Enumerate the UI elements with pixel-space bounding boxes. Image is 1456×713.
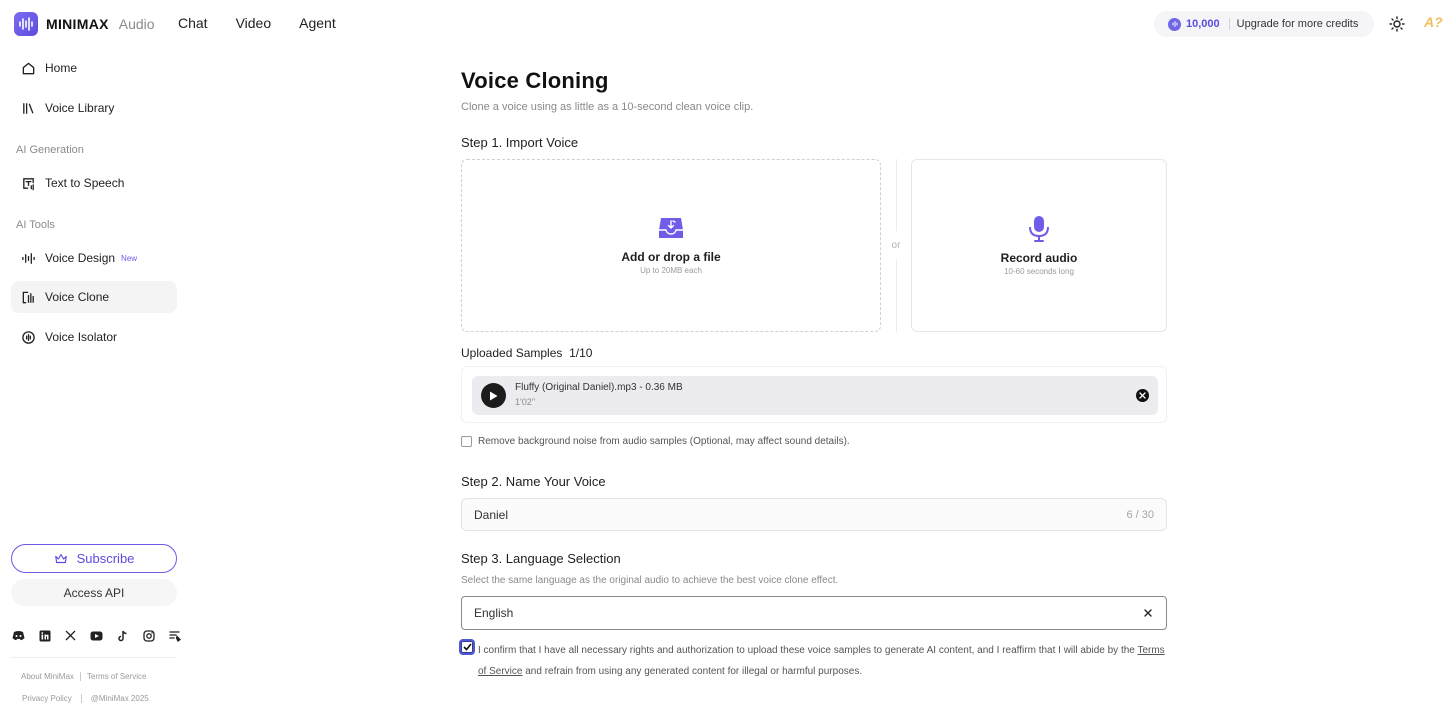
theme-toggle-sun-icon[interactable]	[1389, 16, 1405, 32]
sample-item: Fluffy (Original Daniel).mp3 - 0.36 MB 1…	[472, 376, 1158, 415]
waveform-icon	[22, 252, 35, 264]
home-icon	[22, 62, 35, 74]
crown-icon	[54, 553, 67, 563]
language-hint: Select the same language as the original…	[461, 575, 839, 586]
sidebar-item-voice-design[interactable]: Voice Design New	[11, 242, 177, 274]
nav-video[interactable]: Video	[236, 15, 272, 31]
blog-icon[interactable]	[168, 629, 181, 642]
sidebar-item-voice-library[interactable]: Voice Library	[11, 92, 177, 124]
remove-sample-button[interactable]	[1136, 389, 1149, 402]
top-nav: Chat Video Agent	[178, 15, 336, 31]
noise-removal-label: Remove background noise from audio sampl…	[478, 436, 850, 447]
sample-duration: 1'02''	[515, 397, 536, 407]
confirm-text-before: I confirm that I have all necessary righ…	[478, 645, 1138, 656]
library-icon	[23, 102, 34, 114]
main-content: Voice Cloning Clone a voice using as lit…	[459, 0, 1168, 713]
close-icon	[1139, 392, 1146, 399]
linkedin-icon[interactable]	[38, 629, 51, 642]
new-badge: New	[121, 253, 138, 263]
clear-language-icon[interactable]	[1142, 607, 1154, 619]
terms-link[interactable]: Terms of Service	[87, 672, 147, 681]
x-icon[interactable]	[64, 629, 77, 642]
sidebar-item-label: Voice Isolator	[45, 330, 118, 344]
checkmark-icon	[462, 643, 472, 651]
upload-label: Add or drop a file	[621, 250, 721, 264]
samples-count: 1/10	[569, 346, 593, 360]
tiktok-icon[interactable]	[116, 629, 129, 642]
sidebar-item-label: Voice Library	[45, 101, 115, 115]
confirm-checkbox[interactable]	[459, 639, 475, 655]
user-avatar[interactable]: A?	[1424, 14, 1446, 34]
sidebar-item-text-to-speech[interactable]: Text to Speech	[11, 167, 177, 199]
confirm-text-after: and refrain from using any generated con…	[522, 666, 863, 677]
copyright: @MiniMax 2025	[90, 694, 149, 703]
brand-name: MINIMAX	[46, 16, 109, 32]
step1-title: Step 1. Import Voice	[461, 135, 579, 150]
nav-agent[interactable]: Agent	[299, 15, 336, 31]
language-value: English	[474, 606, 514, 620]
youtube-icon[interactable]	[90, 629, 103, 642]
sidebar-item-voice-clone[interactable]: Voice Clone	[11, 281, 177, 313]
subscribe-button[interactable]: Subscribe	[11, 544, 177, 573]
credits-pill[interactable]: 10,000 Upgrade for more credits	[1154, 11, 1374, 37]
credits-amount: 10,000	[1186, 18, 1220, 30]
sidebar: Home Voice Library AI Generation Text to…	[0, 48, 188, 713]
sample-filename: Fluffy (Original Daniel).mp3 - 0.36 MB	[515, 382, 683, 393]
credits-divider	[1228, 18, 1230, 30]
record-audio-button[interactable]: Record audio 10-60 seconds long	[911, 159, 1167, 332]
minimax-logo-icon	[14, 12, 38, 36]
footer-row-2: Privacy Policy @MiniMax 2025	[22, 694, 149, 704]
noise-removal-option: Remove background noise from audio sampl…	[461, 436, 850, 447]
page-subtitle: Clone a voice using as little as a 10-se…	[461, 101, 754, 113]
footer-row-1: About MiniMax Terms of Service	[21, 672, 147, 682]
name-char-counter: 6 / 30	[1126, 509, 1154, 521]
page-title: Voice Cloning	[461, 68, 609, 93]
upload-tray-icon	[659, 218, 683, 238]
logo[interactable]: MINIMAX Audio	[14, 12, 155, 36]
sidebar-divider	[11, 657, 177, 658]
sidebar-item-label: Voice Clone	[45, 290, 110, 304]
credits-coin-icon	[1168, 17, 1181, 31]
access-api-button[interactable]: Access API	[11, 579, 177, 606]
sidebar-item-home[interactable]: Home	[11, 52, 177, 84]
samples-list: Fluffy (Original Daniel).mp3 - 0.36 MB 1…	[461, 366, 1167, 423]
microphone-icon	[1029, 216, 1049, 242]
sidebar-item-label: Voice Design	[45, 251, 116, 265]
play-button[interactable]	[481, 383, 506, 408]
step3-title: Step 3. Language Selection	[461, 551, 621, 566]
voice-clone-icon	[22, 291, 34, 303]
noise-removal-checkbox[interactable]	[461, 436, 472, 447]
voice-name-input[interactable]: Daniel 6 / 30	[461, 498, 1167, 531]
sidebar-item-voice-isolator[interactable]: Voice Isolator	[11, 321, 177, 353]
discord-icon[interactable]	[12, 629, 25, 642]
instagram-icon[interactable]	[142, 629, 155, 642]
voice-isolator-icon	[22, 330, 35, 344]
brand-product: Audio	[118, 16, 155, 32]
confirm-text: I confirm that I have all necessary righ…	[478, 640, 1168, 682]
or-text: or	[891, 240, 901, 251]
about-link[interactable]: About MiniMax	[21, 672, 74, 681]
section-ai-generation: AI Generation	[16, 144, 84, 156]
samples-label: Uploaded Samples	[461, 346, 563, 360]
record-label: Record audio	[1000, 251, 1078, 265]
nav-chat[interactable]: Chat	[178, 15, 208, 31]
file-dropzone[interactable]: Add or drop a file Up to 20MB each	[461, 159, 881, 332]
uploaded-samples-heading: Uploaded Samples 1/10	[461, 346, 592, 360]
upgrade-link[interactable]: Upgrade for more credits	[1237, 18, 1359, 30]
section-ai-tools: AI Tools	[16, 219, 55, 231]
upload-sub: Up to 20MB each	[640, 266, 702, 275]
text-to-speech-icon	[23, 177, 34, 190]
voice-name-value: Daniel	[474, 507, 509, 522]
sidebar-item-label: Text to Speech	[45, 176, 125, 190]
sidebar-item-label: Home	[45, 61, 78, 75]
play-icon	[490, 391, 498, 400]
step2-title: Step 2. Name Your Voice	[461, 474, 606, 489]
record-sub: 10-60 seconds long	[1004, 267, 1074, 276]
privacy-link[interactable]: Privacy Policy	[22, 694, 72, 703]
language-select[interactable]: English	[461, 596, 1167, 630]
social-links	[12, 629, 181, 642]
subscribe-label: Subscribe	[76, 551, 135, 566]
